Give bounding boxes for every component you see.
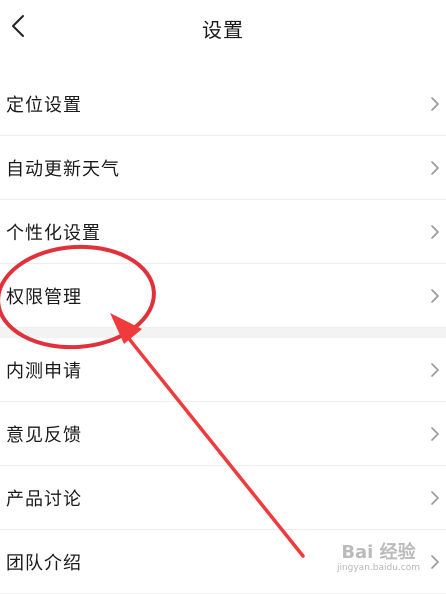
setting-item-label: 意见反馈 — [6, 424, 82, 446]
settings-list: 定位设置 自动更新天气 个性化设置 权限管理 内测申请 意见反馈 产品讨论 团队… — [0, 72, 446, 594]
chevron-right-icon — [431, 96, 439, 111]
chevron-right-icon — [431, 288, 439, 303]
setting-item-location[interactable]: 定位设置 — [0, 72, 446, 136]
setting-item-label: 产品讨论 — [6, 488, 82, 510]
setting-item-permissions[interactable]: 权限管理 — [0, 264, 446, 328]
setting-item-label: 团队介绍 — [6, 552, 82, 574]
group-divider — [0, 328, 446, 338]
chevron-right-icon — [431, 362, 439, 377]
setting-item-feedback[interactable]: 意见反馈 — [0, 402, 446, 466]
header: 设置 — [0, 0, 446, 56]
watermark-url: jingyan.baidu.com — [336, 563, 420, 573]
setting-item-auto-weather[interactable]: 自动更新天气 — [0, 136, 446, 200]
setting-item-label: 内测申请 — [6, 360, 82, 382]
setting-item-label: 个性化设置 — [6, 222, 101, 244]
setting-item-label: 权限管理 — [6, 286, 82, 308]
watermark: Bai 经验 jingyan.baidu.com — [337, 544, 420, 573]
page-title: 设置 — [202, 18, 244, 42]
chevron-right-icon — [431, 490, 439, 505]
chevron-right-icon — [431, 554, 439, 569]
watermark-logo: Bai 经验 — [341, 542, 416, 563]
chevron-right-icon — [431, 160, 439, 175]
chevron-right-icon — [431, 224, 439, 239]
setting-item-personalization[interactable]: 个性化设置 — [0, 200, 446, 264]
setting-item-label: 定位设置 — [6, 94, 82, 116]
setting-item-discussion[interactable]: 产品讨论 — [0, 466, 446, 530]
chevron-right-icon — [431, 426, 439, 441]
setting-item-beta[interactable]: 内测申请 — [0, 338, 446, 402]
setting-item-label: 自动更新天气 — [6, 158, 120, 180]
